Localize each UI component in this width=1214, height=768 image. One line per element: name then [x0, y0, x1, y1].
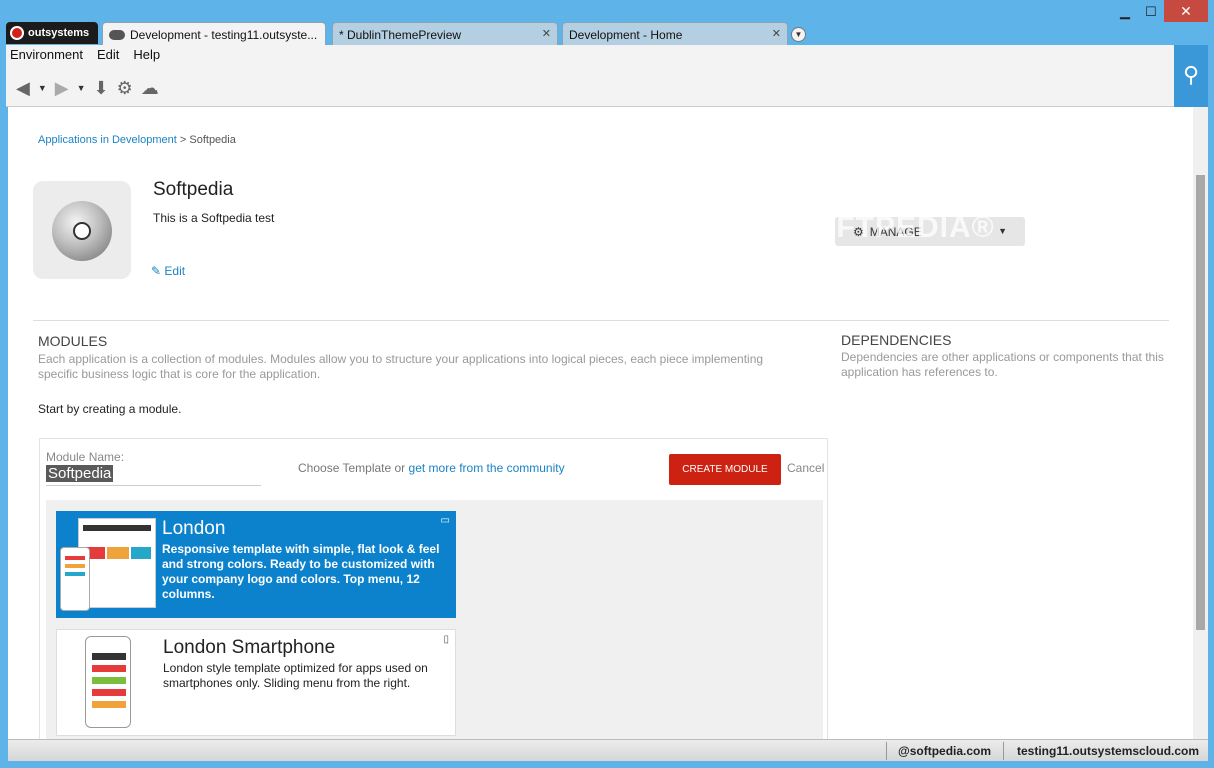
template-name: London Smartphone — [163, 637, 336, 658]
module-name-label: Module Name: — [46, 450, 125, 464]
template-gallery: London Responsive template with simple, … — [46, 500, 823, 739]
modules-description: Each application is a collection of modu… — [38, 352, 764, 381]
breadcrumb-applications-link[interactable]: Applications in Development — [38, 134, 177, 146]
outsystems-logo-icon — [10, 26, 24, 40]
template-description: Responsive template with simple, flat lo… — [162, 542, 440, 601]
module-name-value: Softpedia — [46, 465, 114, 482]
maximize-button[interactable]: ☐ — [1138, 4, 1164, 22]
template-name: London — [162, 518, 226, 539]
settings-gear-icon[interactable]: ⚙ — [117, 78, 133, 99]
back-icon[interactable]: ◀ — [16, 78, 30, 99]
tab-label: Development - testing11.outsyste... — [130, 28, 318, 42]
menu-edit[interactable]: Edit — [97, 47, 119, 62]
template-card-london[interactable]: London Responsive template with simple, … — [56, 511, 456, 618]
edit-app-link[interactable]: ✎ Edit — [151, 264, 185, 278]
gear-icon: ⚙ — [853, 224, 864, 239]
breadcrumb-current: Softpedia — [189, 134, 236, 146]
tab-bar: outsystems Development - testing11.outsy… — [0, 0, 1214, 47]
smartphone-preview-icon — [85, 636, 131, 728]
app-icon — [33, 181, 131, 279]
start-text: Start by creating a module. — [38, 402, 182, 416]
cloud-icon — [109, 30, 125, 40]
download-icon[interactable]: ⬇ — [94, 78, 109, 99]
breadcrumb: Applications in Development > Softpedia — [38, 134, 236, 146]
app-description: This is a Softpedia test — [153, 211, 275, 225]
app-window: outsystems Development - testing11.outsy… — [0, 0, 1214, 768]
tab-close-icon[interactable]: ✕ — [772, 27, 781, 40]
scrollbar-thumb[interactable] — [1196, 175, 1205, 630]
chevron-down-icon: ▼ — [998, 226, 1007, 236]
pencil-icon: ✎ — [151, 264, 162, 278]
create-module-panel: Module Name: Softpedia Choose Template o… — [39, 438, 828, 739]
back-history-caret-icon[interactable]: ▼ — [38, 83, 47, 93]
dependencies-title: DEPENDENCIES — [841, 332, 952, 348]
create-module-button[interactable]: CREATE MODULE — [669, 454, 781, 485]
cloud-publish-icon[interactable]: ☁ — [141, 78, 159, 99]
module-name-input[interactable]: Softpedia — [46, 465, 261, 486]
choose-template: Choose Template or get more from the com… — [298, 461, 565, 475]
community-link[interactable]: get more from the community — [409, 461, 565, 475]
app-name: Softpedia — [153, 179, 234, 200]
menu-environment[interactable]: Environment — [10, 47, 83, 62]
manage-label: MANAGE — [869, 224, 922, 239]
main-content: Applications in Development > Softpedia … — [8, 107, 1193, 739]
search-icon[interactable]: ⚲ — [1174, 45, 1208, 107]
breadcrumb-separator: > — [179, 134, 187, 146]
disc-icon — [52, 201, 112, 261]
modules-title: MODULES — [38, 333, 108, 349]
toolbar: ◀ ▼ ▶ ▼ ⬇ ⚙ ☁ — [16, 73, 159, 103]
vertical-scrollbar[interactable] — [1193, 107, 1208, 739]
tab-dublin-theme-preview[interactable]: * DublinThemePreview ✕ — [332, 22, 558, 46]
edit-label: Edit — [164, 264, 186, 278]
forward-icon[interactable]: ▶ — [55, 78, 69, 99]
minimize-button[interactable]: ▁ — [1112, 4, 1138, 22]
tab-development-home[interactable]: Development - Home ✕ — [562, 22, 788, 46]
phone-preview-icon — [60, 547, 90, 611]
status-bar: @softpedia.com testing11.outsystemscloud… — [8, 739, 1208, 761]
menu-help[interactable]: Help — [133, 47, 160, 62]
forward-history-caret-icon[interactable]: ▼ — [77, 83, 86, 93]
menu-bar: Environment Edit Help — [10, 47, 160, 62]
smartphone-icon: ▯ — [443, 634, 449, 645]
template-card-london-smartphone[interactable]: London Smartphone London style template … — [56, 629, 456, 736]
cancel-link[interactable]: Cancel — [787, 461, 824, 475]
divider — [33, 320, 1169, 321]
logo-text: outsystems — [28, 27, 90, 39]
app-chrome: Environment Edit Help ◀ ▼ ▶ ▼ ⬇ ⚙ ☁ ⚲ — [6, 45, 1208, 107]
dependencies-description: Dependencies are other applications or c… — [841, 350, 1164, 379]
outsystems-logo[interactable]: outsystems — [6, 22, 98, 44]
tab-development-testing[interactable]: Development - testing11.outsyste... — [102, 22, 326, 47]
status-user: @softpedia.com — [898, 744, 992, 758]
tab-label: * DublinThemePreview — [339, 27, 462, 42]
manage-dropdown[interactable]: ⚙ MANAGE ▼ — [835, 217, 1025, 246]
template-description: London style template optimized for apps… — [163, 661, 428, 690]
tab-close-icon[interactable]: ✕ — [542, 27, 551, 40]
tab-label: Development - Home — [569, 27, 683, 42]
close-window-button[interactable]: ✕ — [1164, 0, 1208, 22]
desktop-icon: ▭ — [440, 515, 450, 526]
status-server: testing11.outsystemscloud.com — [1017, 744, 1200, 758]
tab-list-dropdown-icon[interactable]: ▼ — [791, 27, 806, 42]
